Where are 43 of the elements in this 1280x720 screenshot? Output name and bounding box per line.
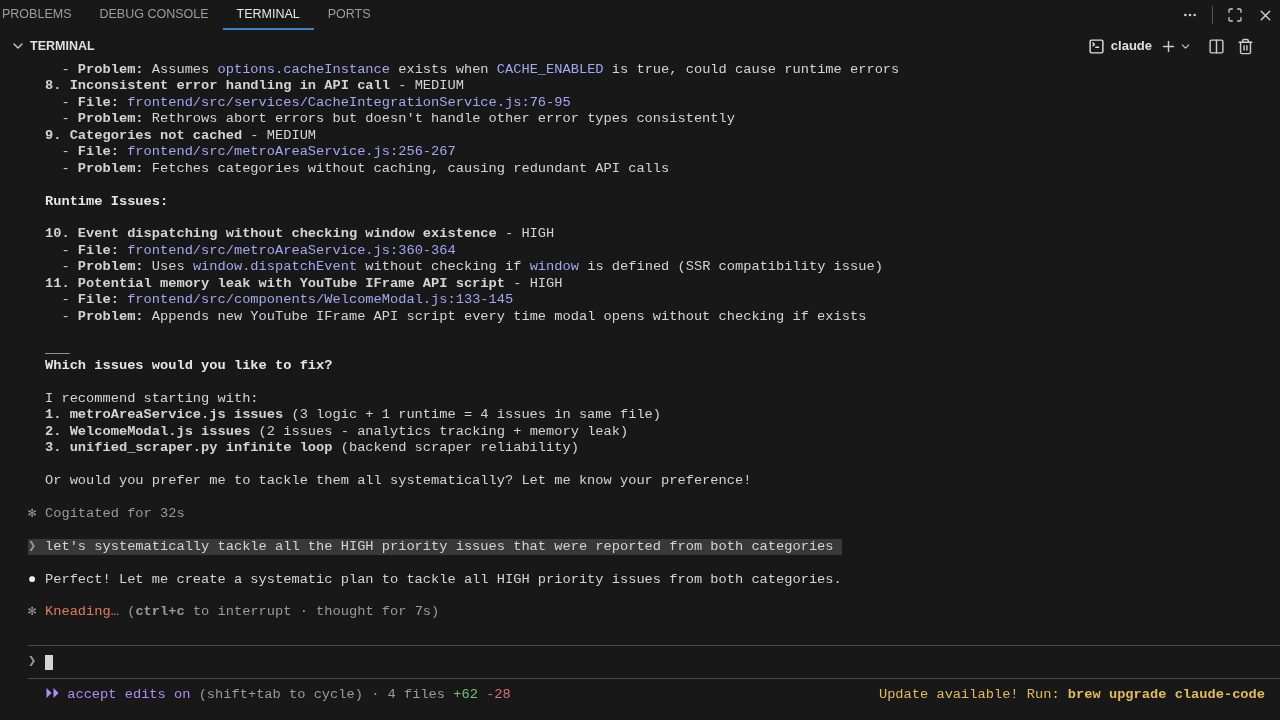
section-title: TERMINAL [30, 37, 95, 55]
panel-tab[interactable]: PROBLEMS [0, 0, 86, 30]
output-line: 1. metroAreaService.js issues (3 logic + 1 runtime = 4 issues in same file) [45, 407, 662, 424]
status-marker: ✻ [28, 505, 38, 523]
output-line: - File: frontend/src/components/WelcomeModal.js:133-145 [60, 292, 514, 309]
shell-tab[interactable]: claude [1087, 36, 1152, 56]
user-message: let's systematically tackle all the HIGH priority issues that were reported from both categories [45, 538, 835, 556]
panel-tab[interactable]: DEBUG CONSOLE [85, 0, 223, 30]
status-marker: ✻ [28, 604, 38, 621]
output-line: I recommend starting with: [45, 390, 259, 408]
output-line: 8. Inconsistent error handling in API call - MEDIUM [45, 78, 464, 95]
text-cursor [45, 654, 53, 670]
output-line: 9. Categories not cached - MEDIUM [45, 127, 317, 145]
output-line: Runtime Issues: [45, 193, 169, 210]
split-icon[interactable] [1208, 37, 1225, 55]
status-line: Kneading… (ctrl+c to interrupt · thought for 7s) [45, 604, 440, 621]
input-chevron: ❯ [28, 654, 38, 671]
assistant-message: Perfect! Let me create a systematic plan to tackle all HIGH priority issues from both categories. [45, 571, 842, 588]
bullet-marker: ● [28, 571, 38, 588]
output-line: - File: frontend/src/metroAreaService.js:256-267 [60, 144, 456, 161]
output-line: - Problem: Appends new YouTube IFrame API script every time modal opens without checking if exists [60, 308, 867, 325]
panel-tab[interactable]: PORTS [313, 0, 385, 30]
output-line: - Problem: Uses window.dispatchEvent without checking if window is defined (SSR compatibility issue) [60, 259, 883, 276]
output-line: 11. Potential memory leak with YouTube IFrame API script - HIGH [45, 275, 563, 293]
prompt-chevron: ❯ [28, 538, 38, 556]
output-line: - Problem: Fetches categories without caching, causing redundant API calls [60, 160, 670, 178]
output-line: - Problem: Assumes options.cacheInstance exists when CACHE_ENABLED is true, could cause runtime errors [60, 62, 900, 79]
output-line: - File: frontend/src/metroAreaService.js:360-364 [60, 242, 456, 260]
status-line: Cogitated for 32s [45, 505, 185, 523]
output-line: - File: frontend/src/services/CacheIntegrationService.js:76-95 [60, 94, 571, 112]
output-line: Or would you prefer me to tackle them all systematically? Let me know your preference! [45, 472, 752, 490]
output-line: Which issues would you like to fix? [45, 357, 333, 375]
update-notice: Update available! Run: brew upgrade claude-code [878, 687, 1265, 704]
output-line: ___ [45, 341, 70, 358]
mode-status: ⏵⏵ accept edits on (shift+tab to cycle) · 4 files +62 -28 [45, 687, 511, 704]
output-line: - Problem: Rethrows abort errors but doesn't handle other error types consistently [60, 111, 735, 128]
terminal-icon [1087, 37, 1105, 55]
trash-icon[interactable] [1237, 37, 1254, 55]
output-line: 2. WelcomeModal.js issues (2 issues - analytics tracking + memory leak) [45, 423, 629, 441]
maximize-icon[interactable] [1227, 7, 1243, 23]
panel-tab[interactable]: TERMINAL [222, 0, 314, 30]
output-line: 10. Event dispatching without checking window existence - HIGH [45, 226, 555, 243]
output-line: 3. unified_scraper.py infinite loop (backend scraper reliability) [45, 440, 579, 457]
